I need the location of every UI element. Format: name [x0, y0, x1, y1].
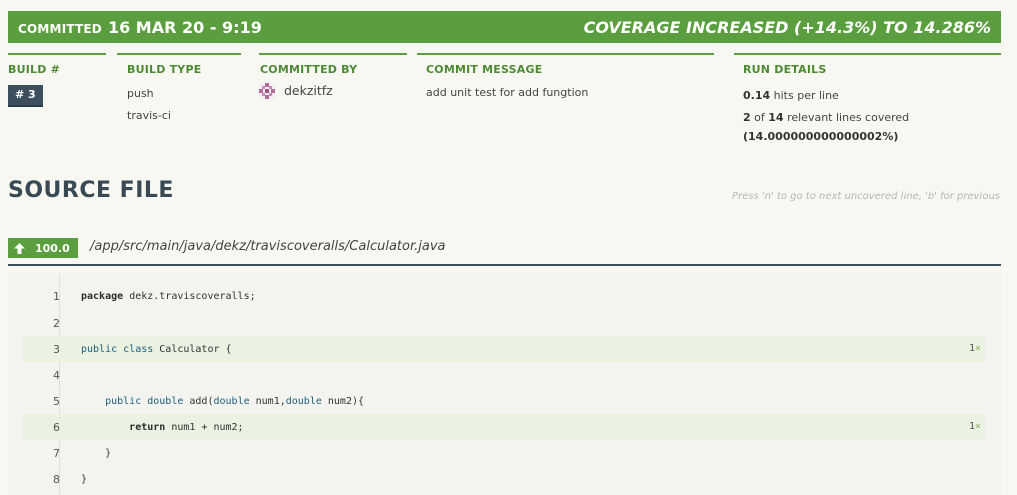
build-type-column: BUILD TYPE push travis-ci — [117, 53, 241, 122]
code-line[interactable]: 4 — [23, 362, 985, 388]
committer[interactable]: dekzitfz — [259, 82, 407, 100]
hits-value: 0.14 — [743, 89, 771, 102]
build-number-badge[interactable]: # 3 — [8, 85, 43, 105]
run-details-header: RUN DETAILS — [743, 63, 827, 76]
hit-count: 1× — [968, 343, 981, 354]
source-file-row: 100.0 /app/src/main/java/dekz/traviscove… — [8, 236, 1001, 266]
hits-per-line: 0.14 hits per line — [743, 89, 1001, 102]
committed-label: COMMITTED — [18, 21, 102, 36]
build-type-service: travis-ci — [127, 109, 171, 122]
line-code: } — [81, 473, 88, 485]
lines-covered: 2 of 14 relevant lines covered — [743, 111, 1001, 124]
covered-count: 2 — [743, 111, 751, 124]
line-number[interactable]: 8 — [23, 473, 68, 486]
keyboard-hint: Press 'n' to go to next uncovered line, … — [732, 191, 1000, 202]
hit-count: 1× — [968, 421, 981, 432]
coverage-percent: (14.000000000000002%) — [743, 130, 1001, 143]
arrow-up-icon — [14, 242, 25, 254]
committed-date: 16 MAR 20 - 9:19 — [107, 17, 262, 37]
line-number[interactable]: 2 — [23, 317, 68, 330]
relevant-label: relevant lines covered — [787, 111, 910, 124]
coverage-percent-value: (14.000000000000002%) — [743, 130, 899, 143]
line-code: public double add(double num1,double num… — [105, 395, 365, 407]
line-code: public class Calculator { — [81, 343, 232, 355]
avatar — [259, 82, 275, 99]
run-details-column: RUN DETAILS 0.14 hits per line 2 of 14 r… — [734, 53, 1001, 143]
code-line-covered[interactable]: 6 return num1 + num2; 1× — [23, 414, 985, 440]
code-line[interactable]: 1 package dekz.traviscoveralls; — [23, 283, 985, 309]
committed-by-column: COMMITTED BY dekzitfz — [259, 53, 407, 100]
line-number[interactable]: 7 — [23, 447, 68, 460]
line-number[interactable]: 1 — [23, 290, 68, 303]
code-line[interactable]: 2 — [23, 310, 985, 336]
line-number[interactable]: 5 — [23, 395, 68, 408]
code-line-covered[interactable]: 3 public class Calculator { 1× — [23, 336, 985, 362]
commit-banner: COMMITTED 16 MAR 20 - 9:19 COVERAGE INCR… — [8, 11, 1001, 43]
build-number-column: BUILD # # 3 — [8, 53, 106, 105]
commit-info: COMMITTED 16 MAR 20 - 9:19 — [18, 18, 262, 37]
commit-message-header: COMMIT MESSAGE — [426, 63, 543, 76]
coverage-summary: COVERAGE INCREASED (+14.3%) TO 14.286% — [583, 17, 991, 37]
code-line[interactable]: 5 public double add(double num1,double n… — [23, 388, 985, 414]
build-number-header: BUILD # — [8, 63, 60, 76]
file-coverage-value: 100.0 — [35, 241, 70, 255]
source-file-title: SOURCE FILE — [8, 178, 174, 203]
of-label: of — [754, 111, 765, 124]
file-coverage-badge: 100.0 — [8, 238, 78, 258]
committed-by-header: COMMITTED BY — [260, 63, 358, 76]
line-code: return num1 + num2; — [129, 421, 244, 433]
commit-message-text: add unit test for add fungtion — [426, 86, 589, 99]
relevant-count: 14 — [768, 111, 784, 124]
build-type-event: push — [127, 87, 154, 100]
line-number[interactable]: 3 — [23, 343, 68, 356]
hits-label: hits per line — [773, 89, 839, 102]
code-line[interactable]: 7 } — [23, 440, 985, 466]
line-code: package dekz.traviscoveralls; — [81, 290, 256, 302]
file-path: /app/src/main/java/dekz/traviscoveralls/… — [90, 239, 446, 254]
build-type-header: BUILD TYPE — [127, 63, 202, 76]
line-number[interactable]: 6 — [23, 421, 68, 434]
code-line[interactable]: 8 } — [23, 466, 985, 492]
commit-message-column: COMMIT MESSAGE add unit test for add fun… — [417, 53, 714, 99]
line-number[interactable]: 4 — [23, 369, 68, 382]
code-listing: 1 package dekz.traviscoveralls; 2 3 publ… — [8, 273, 1001, 495]
line-code: } — [81, 447, 112, 459]
committer-name: dekzitfz — [283, 83, 333, 98]
